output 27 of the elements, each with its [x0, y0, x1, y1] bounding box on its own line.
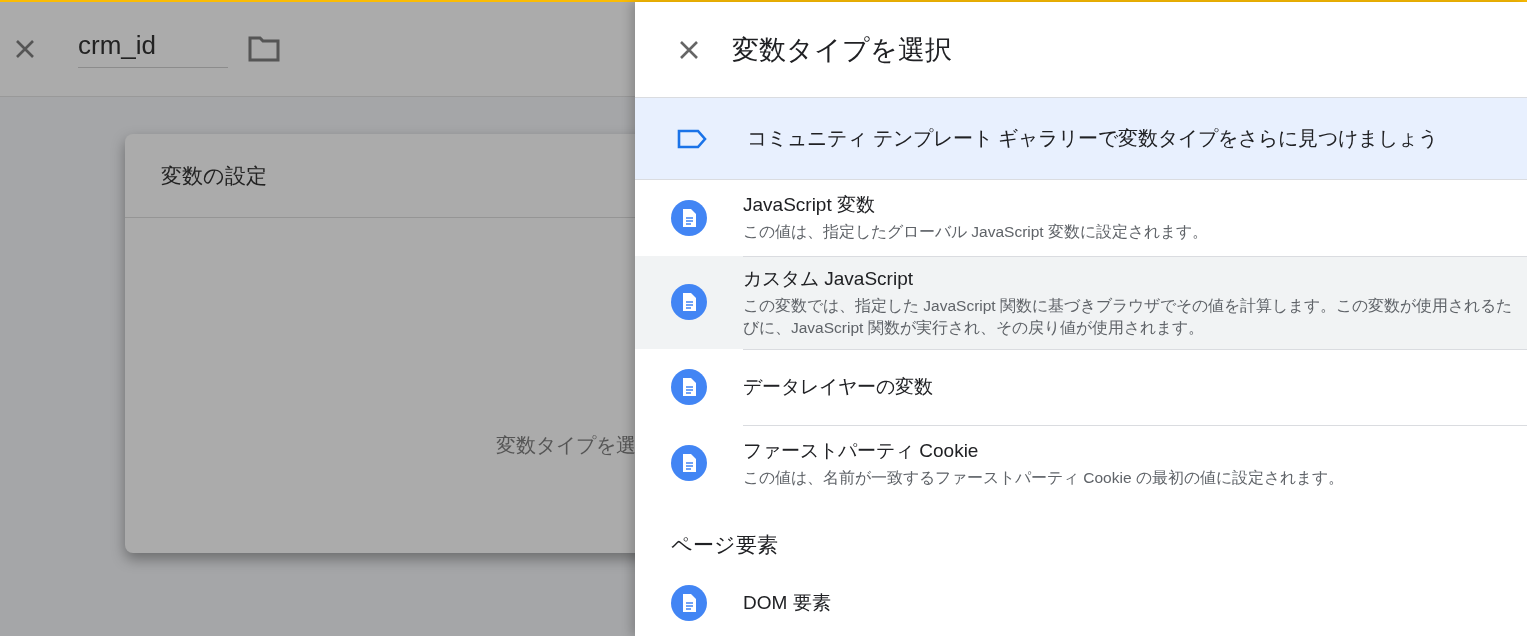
gallery-banner[interactable]: コミュニティ テンプレート ギャラリーで変数タイプをさらに見つけましょう [635, 97, 1527, 180]
type-title: カスタム JavaScript [743, 267, 914, 291]
type-title: データレイヤーの変数 [743, 375, 934, 400]
close-icon[interactable] [678, 38, 700, 61]
document-icon [671, 584, 707, 621]
section-heading: ページ要素 [670, 531, 779, 558]
close-icon[interactable] [14, 38, 36, 60]
variable-type-item[interactable]: JavaScript 変数 この値は、指定したグローバル JavaScript 変数に設定されます。 [635, 180, 1527, 256]
type-title: JavaScript 変数 [743, 193, 876, 218]
card-title: 変数の設定 [161, 162, 267, 189]
folder-icon[interactable] [248, 36, 280, 62]
type-title: DOM 要素 [743, 590, 832, 615]
panel-title: 変数タイプを選択 [732, 33, 952, 67]
document-icon [671, 284, 707, 321]
variable-name-field[interactable]: crm_id [78, 30, 228, 68]
type-title: ファーストパーティ Cookie [743, 438, 980, 463]
variable-type-item[interactable]: DOM 要素 [635, 564, 1527, 636]
variable-type-item[interactable]: カスタム JavaScript この変数では、指定した JavaScript 関数に基づきブラウザでその値を計算します。この変数が使用されるたびに、JavaScript 関数が実行され、その戻り値が使用されます。 [635, 256, 1527, 349]
type-description: この変数では、指定した JavaScript 関数に基づきブラウザでその値を計算します。この変数が使用されるたびに、JavaScript 関数が実行され、その戻り値が使用されます。 [743, 296, 1513, 339]
document-icon [671, 368, 707, 405]
tag-icon [677, 128, 707, 149]
type-description: この値は、名前が一致するファーストパーティ Cookie の最初の値に設定されます。 [743, 467, 1345, 488]
document-icon [671, 444, 707, 481]
document-icon [671, 200, 707, 236]
type-description: この値は、指定したグローバル JavaScript 変数に設定されます。 [743, 222, 1209, 243]
variable-type-item[interactable]: ファーストパーティ Cookie この値は、名前が一致するファーストパーティ Cookie の最初の値に設定されます。 [635, 424, 1527, 501]
variable-type-item[interactable]: データレイヤーの変数 [635, 348, 1527, 425]
